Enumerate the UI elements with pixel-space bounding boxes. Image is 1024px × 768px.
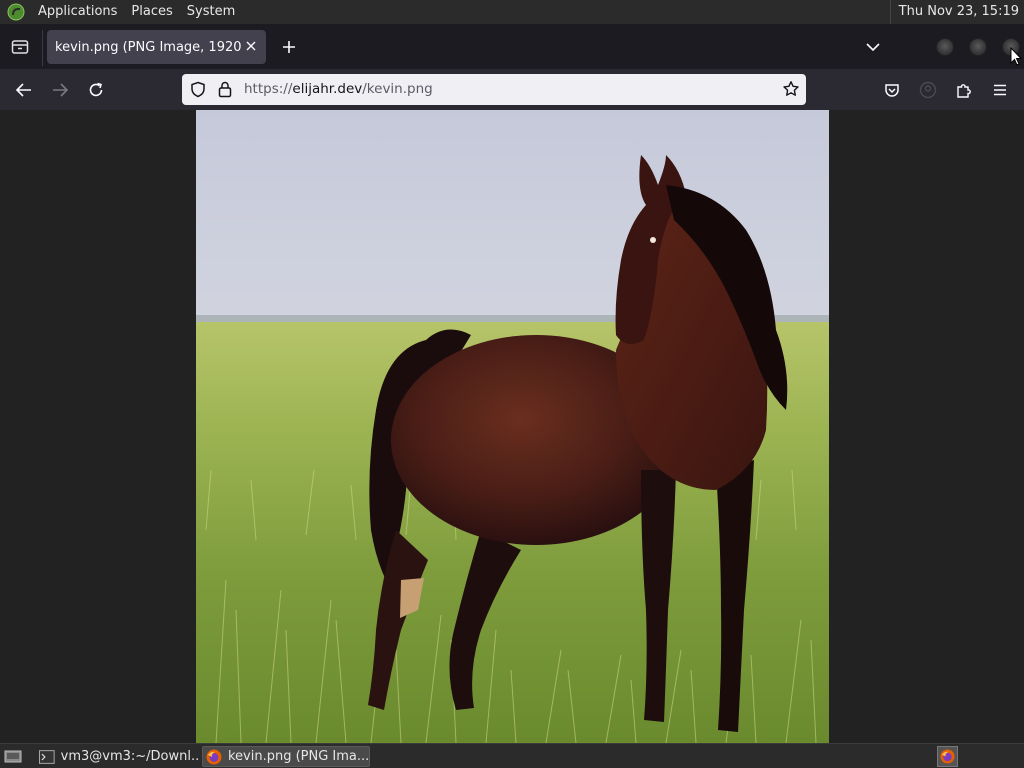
application-menu-button[interactable] <box>987 77 1013 103</box>
desktop-top-panel: Applications Places System Thu Nov 23, 1… <box>0 0 1024 24</box>
chevron-down-icon <box>866 43 880 52</box>
firefox-icon <box>206 749 222 764</box>
close-icon <box>246 41 256 51</box>
tray-firefox-launcher[interactable] <box>937 746 958 767</box>
terminal-icon <box>39 749 55 764</box>
show-desktop-icon[interactable] <box>3 747 23 765</box>
forward-button[interactable] <box>47 77 73 103</box>
arrow-left-icon <box>16 83 31 97</box>
tab-separator <box>42 30 43 66</box>
url-path: /kevin.png <box>362 81 433 97</box>
tab-bar: kevin.png (PNG Image, 1920 × 1 <box>0 24 1024 69</box>
account-button[interactable] <box>915 77 941 103</box>
tab-close-button[interactable] <box>243 38 259 54</box>
firefox-view-button[interactable] <box>6 34 34 60</box>
system-menu[interactable]: System <box>180 0 242 24</box>
list-all-tabs-button[interactable] <box>862 36 884 58</box>
pocket-button[interactable] <box>879 77 905 103</box>
reload-icon <box>89 82 103 97</box>
taskbar-item-firefox[interactable]: kevin.png (PNG Ima... <box>202 746 370 767</box>
mouse-cursor-icon <box>1010 47 1022 66</box>
tab-kevin-png[interactable]: kevin.png (PNG Image, 1920 × 1 <box>47 30 266 64</box>
url-scheme: https:// <box>244 81 293 97</box>
url-text[interactable]: https://elijahr.dev/kevin.png <box>244 74 433 105</box>
bottom-taskbar: vm3@vm3:~/Downl... kevin.png (PNG Ima... <box>0 743 1024 768</box>
clock[interactable]: Thu Nov 23, 15:19 <box>889 0 1019 24</box>
account-icon <box>919 81 937 99</box>
lock-icon[interactable] <box>218 81 232 98</box>
new-tab-button[interactable] <box>278 36 300 58</box>
reload-button[interactable] <box>83 77 109 103</box>
plus-icon <box>283 41 295 53</box>
arrow-right-icon <box>53 83 68 97</box>
taskbar-item-label: kevin.png (PNG Ima... <box>227 749 369 764</box>
tracking-protection-shield-icon[interactable] <box>190 81 206 98</box>
bookmark-star-icon[interactable] <box>782 80 800 98</box>
hamburger-menu-icon <box>994 84 1006 96</box>
back-button[interactable] <box>11 77 37 103</box>
tab-title: kevin.png (PNG Image, 1920 × 1 <box>55 39 241 55</box>
mate-logo-icon[interactable] <box>7 3 25 21</box>
kevin-png-image[interactable] <box>196 110 829 743</box>
maximize-window-button[interactable] <box>969 38 987 56</box>
extensions-button[interactable] <box>951 77 977 103</box>
applications-menu[interactable]: Applications <box>31 0 124 24</box>
minimize-window-button[interactable] <box>936 38 954 56</box>
taskbar-item-terminal[interactable]: vm3@vm3:~/Downl... <box>36 746 200 767</box>
puzzle-piece-icon <box>957 84 971 98</box>
taskbar-item-label: vm3@vm3:~/Downl... <box>60 749 200 764</box>
places-menu[interactable]: Places <box>124 0 179 24</box>
firefox-view-icon <box>11 40 29 54</box>
navigation-bar: https://elijahr.dev/kevin.png <box>0 69 1024 110</box>
url-host: elijahr.dev <box>292 81 363 97</box>
firefox-icon <box>940 749 955 764</box>
horse-image <box>196 110 829 743</box>
url-bar[interactable]: https://elijahr.dev/kevin.png <box>182 74 806 105</box>
pocket-icon <box>885 83 899 97</box>
content-area <box>0 110 1024 743</box>
